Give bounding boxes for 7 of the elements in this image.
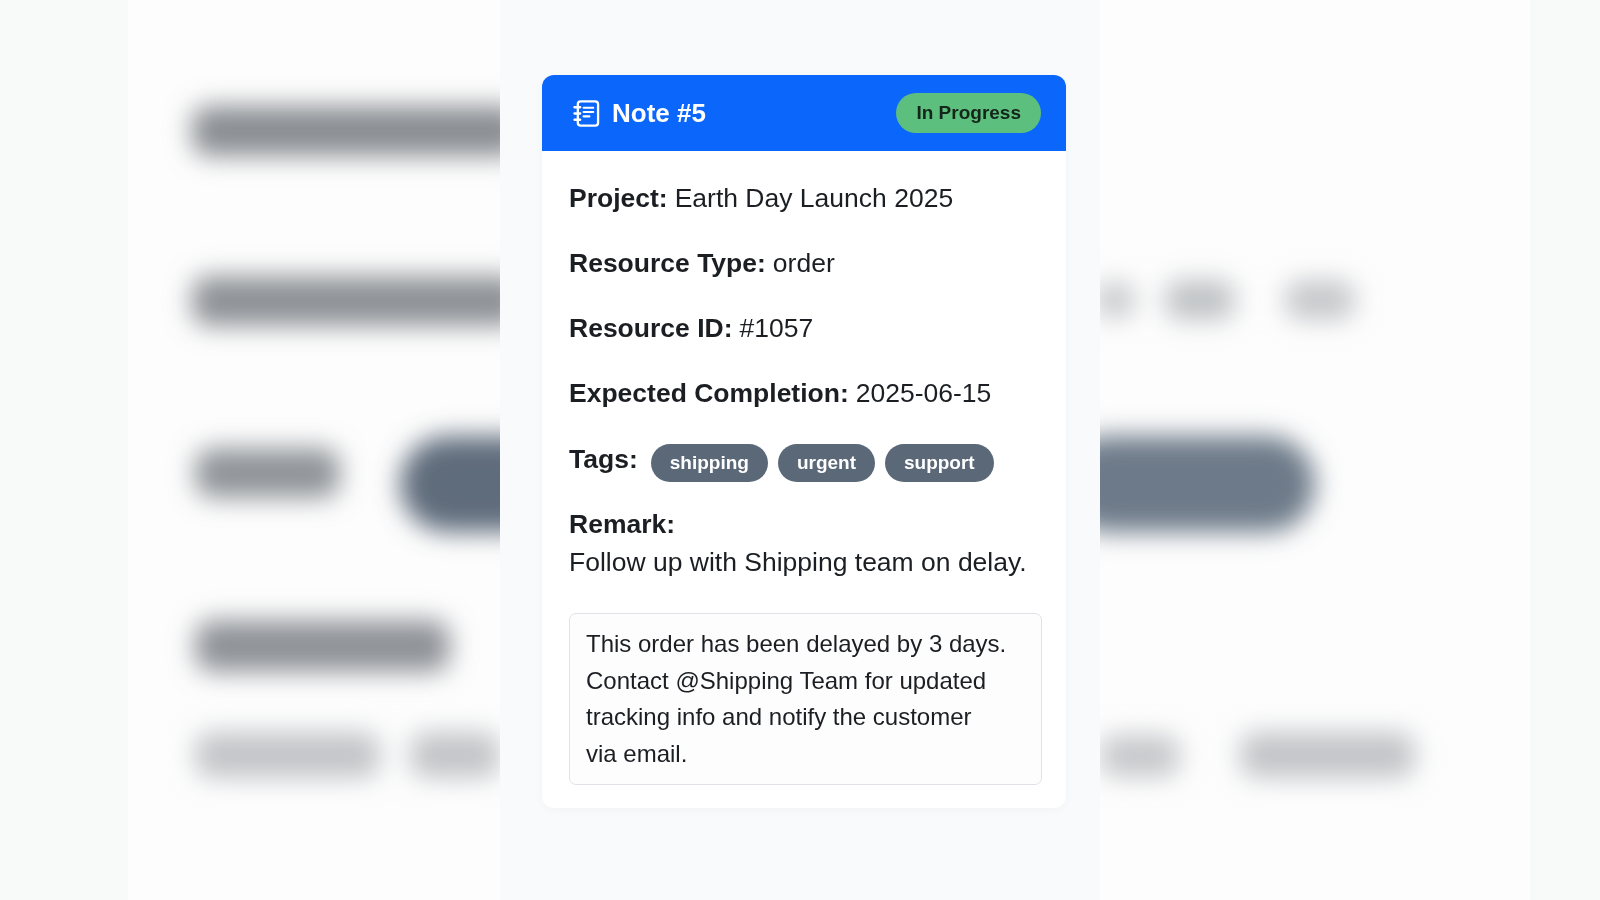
field-value: order <box>772 248 835 278</box>
status-badge: In Progress <box>896 93 1041 133</box>
note-title: Note #5 <box>612 98 706 128</box>
field-label: Project: <box>569 183 668 213</box>
notebook-icon <box>573 99 600 127</box>
field-label: Resource Type: <box>569 248 766 278</box>
field-value: Earth Day Launch 2025 <box>674 183 954 213</box>
